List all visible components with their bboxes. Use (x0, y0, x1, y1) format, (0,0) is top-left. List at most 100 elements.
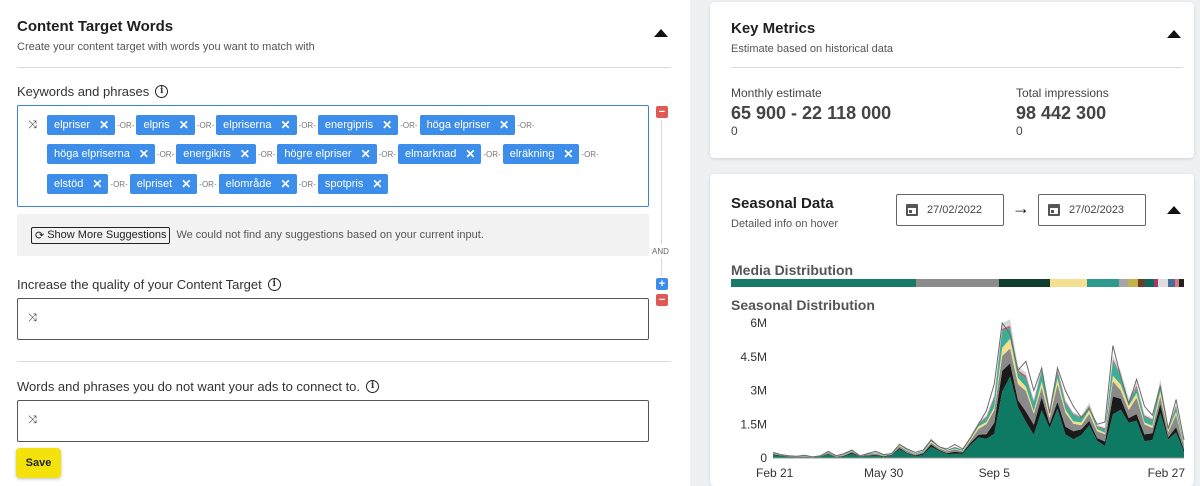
or-connector: -OR- (517, 120, 535, 130)
remove-keyword-icon[interactable]: ✕ (563, 147, 573, 161)
seasonal-distribution-title: Seasonal Distribution (731, 297, 875, 313)
keyword-chip[interactable]: elmarknad ✕ (397, 144, 482, 164)
seasonal-title: Seasonal Data (731, 195, 834, 212)
suggestions-bar: ⟳ Show More Suggestions We could not fin… (17, 214, 649, 256)
arrow-right-icon: → (1012, 198, 1030, 218)
keyword-chip-label: spotpris (324, 178, 364, 190)
remove-keyword-icon[interactable]: ✕ (280, 177, 290, 191)
media-segment[interactable] (1167, 279, 1175, 287)
date-to-input[interactable]: 27/02/2023 (1038, 194, 1146, 226)
remove-group-button[interactable]: − (656, 294, 668, 306)
or-connector: -OR- (196, 120, 215, 130)
remove-keyword-icon[interactable]: ✕ (465, 147, 475, 161)
calendar-icon (1048, 204, 1060, 216)
media-segment[interactable] (1119, 279, 1129, 287)
media-segment[interactable] (1179, 279, 1184, 287)
negative-input[interactable]: ⤨ (17, 400, 649, 442)
keyword-chip[interactable]: elpriserna ✕ (216, 115, 297, 135)
keyword-chip[interactable]: högre elpriser ✕ (277, 144, 377, 164)
date-from-input[interactable]: 27/02/2022 (896, 194, 1004, 226)
info-icon[interactable]: i (366, 380, 380, 393)
quality-label: Increase the quality of your Content Tar… (17, 277, 281, 292)
or-connector: -OR- (378, 149, 396, 159)
media-segment[interactable] (1049, 279, 1087, 287)
media-segment[interactable] (1137, 279, 1145, 287)
keyword-chip-label: högre elpriser (284, 148, 352, 160)
divider (17, 361, 671, 362)
remove-keyword-icon[interactable]: ✕ (139, 147, 149, 161)
monthly-estimate-label: Monthly estimate (731, 86, 822, 100)
or-connector: -OR- (483, 149, 501, 159)
seasonal-distribution-chart[interactable]: 6M 4.5M 3M 1.5M 0Feb 21 May 30 Sep 5 Feb 27 (731, 314, 1191, 484)
date-from-value: 27/02/2022 (927, 204, 983, 216)
x-tick-label: Sep 5 (979, 466, 1011, 480)
or-connector: -OR- (110, 179, 128, 189)
content-target-title: Content Target Words (17, 18, 174, 35)
keyword-chip[interactable]: höga elpriser ✕ (419, 115, 516, 135)
shuffle-icon[interactable]: ⤨ (28, 414, 37, 427)
keyword-chip[interactable]: elområde ✕ (218, 174, 297, 194)
collapse-seasonal-icon[interactable] (1167, 206, 1181, 214)
remove-keyword-icon[interactable]: ✕ (99, 118, 109, 132)
keyword-chip[interactable]: elpris ✕ (136, 115, 195, 135)
total-impressions-value: 98 442 300 (1016, 103, 1107, 123)
key-metrics-subtitle: Estimate based on historical data (731, 43, 894, 55)
save-button[interactable]: Save (16, 448, 61, 478)
keyword-chip[interactable]: spotpris ✕ (317, 174, 389, 194)
seasonal-header: Seasonal Data Detailed info on hover (731, 195, 838, 230)
keyword-row: elstöd ✕ -OR-elpriset ✕ -OR-elområde ✕ -OR-spo… (47, 174, 389, 194)
remove-keyword-icon[interactable]: ✕ (240, 147, 250, 161)
key-metrics-title: Key Metrics (731, 20, 816, 37)
media-segment[interactable] (999, 279, 1050, 287)
info-icon[interactable]: i (155, 85, 169, 98)
keyword-chip[interactable]: energipris ✕ (317, 115, 399, 135)
x-tick-label: Feb 21 (756, 466, 794, 480)
media-distribution-bar[interactable] (731, 279, 1184, 287)
key-metrics-card: Key Metrics Estimate based on historical… (710, 2, 1194, 158)
remove-group-button[interactable]: − (656, 106, 668, 118)
keyword-chip-label: höga elpriserna (54, 148, 130, 160)
shuffle-icon[interactable]: ⤨ (28, 119, 37, 132)
remove-keyword-icon[interactable]: ✕ (179, 118, 189, 132)
media-segment[interactable] (1144, 279, 1154, 287)
remove-keyword-icon[interactable]: ✕ (280, 118, 290, 132)
or-connector: -OR- (298, 120, 316, 130)
key-metrics-header: Key Metrics Estimate based on historical… (731, 20, 893, 55)
remove-keyword-icon[interactable]: ✕ (361, 147, 371, 161)
keyword-chip[interactable]: elstöd ✕ (47, 174, 109, 194)
shuffle-icon[interactable]: ⤨ (28, 312, 37, 325)
keywords-input[interactable]: ⤨ elpriser ✕ -OR-elpris ✕ -OR-elpriserna ✕ -OR… (17, 105, 649, 207)
remove-keyword-icon[interactable]: ✕ (499, 118, 509, 132)
y-tick-label: 3M (750, 384, 767, 398)
remove-keyword-icon[interactable]: ✕ (382, 118, 392, 132)
refresh-icon: ⟳ (35, 229, 45, 242)
x-tick-label: May 30 (864, 466, 904, 480)
media-segment[interactable] (915, 279, 1000, 287)
keyword-row: höga elpriserna ✕ -OR-energikris ✕ -OR-högre… (47, 144, 601, 164)
media-segment[interactable] (1128, 279, 1138, 287)
media-segment[interactable] (1158, 279, 1168, 287)
keyword-row: elpriser ✕ -OR-elpris ✕ -OR-elpriserna ✕ -OR-e… (47, 115, 537, 135)
show-more-suggestions-button[interactable]: ⟳ Show More Suggestions (31, 226, 171, 244)
keyword-chip[interactable]: elpriset ✕ (129, 174, 198, 194)
y-tick-label: 0 (760, 451, 767, 465)
collapse-key-metrics-icon[interactable] (1167, 30, 1181, 38)
keyword-chip[interactable]: elpriser ✕ (47, 115, 116, 135)
remove-keyword-icon[interactable]: ✕ (181, 177, 191, 191)
content-target-panel: Content Target Words Create your content… (0, 0, 690, 486)
keyword-chip[interactable]: energikris ✕ (176, 144, 256, 164)
keyword-chip[interactable]: höga elpriserna ✕ (47, 144, 155, 164)
quality-input[interactable]: ⤨ (17, 298, 649, 340)
keyword-chip[interactable]: elräkning ✕ (502, 144, 580, 164)
keyword-chip-label: elpriser (54, 119, 91, 131)
remove-keyword-icon[interactable]: ✕ (372, 177, 382, 191)
remove-keyword-icon[interactable]: ✕ (92, 177, 102, 191)
info-icon[interactable]: i (267, 278, 281, 291)
divider (17, 67, 671, 68)
collapse-content-target-icon[interactable] (654, 29, 668, 37)
monthly-estimate-sub: 0 (731, 124, 738, 138)
add-group-button[interactable]: + (656, 278, 668, 290)
total-impressions-label: Total impressions (1016, 86, 1109, 100)
media-segment[interactable] (731, 279, 916, 287)
media-segment[interactable] (1086, 279, 1120, 287)
